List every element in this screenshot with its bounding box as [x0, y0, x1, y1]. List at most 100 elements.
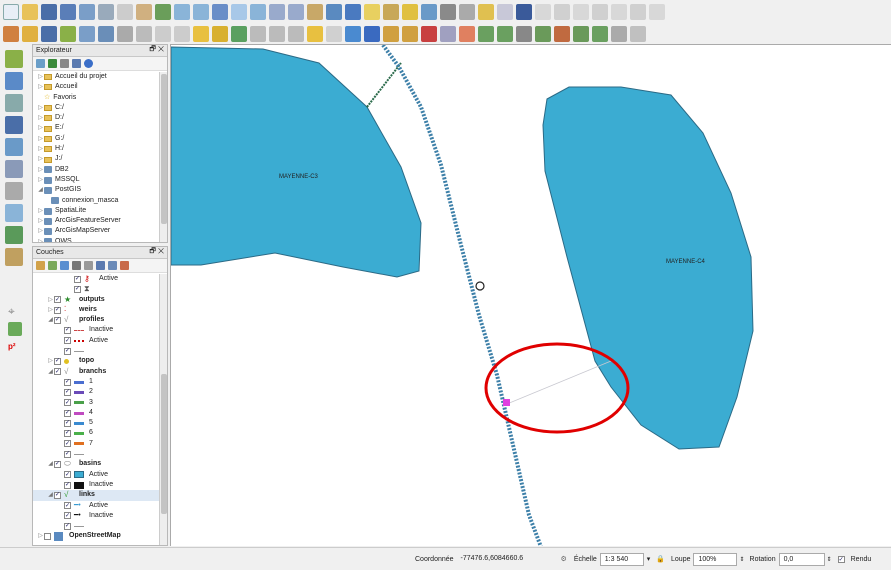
- add-selected-layers-icon[interactable]: [36, 59, 45, 68]
- osm-tool-icon[interactable]: [326, 26, 342, 42]
- layer-visibility-checkbox[interactable]: ✓: [64, 502, 71, 510]
- layer-row[interactable]: ✓: [33, 346, 159, 356]
- save-project-icon[interactable]: [41, 4, 57, 20]
- layer-visibility-checkbox[interactable]: ✓: [54, 306, 61, 314]
- measure-icon[interactable]: [459, 4, 475, 20]
- refresh-map-icon[interactable]: [8, 322, 22, 336]
- plugin-h-icon[interactable]: [364, 26, 380, 42]
- explorer-item[interactable]: ☆ Favoris: [37, 93, 159, 103]
- river-branch-line[interactable]: [381, 45, 543, 546]
- layer-visibility-checkbox[interactable]: ✓: [64, 522, 71, 530]
- expand-arrow-icon[interactable]: ▷: [37, 175, 44, 185]
- expand-arrow-icon[interactable]: ◢: [37, 185, 44, 195]
- plugin-p-icon[interactable]: [516, 26, 532, 42]
- render-checkbox[interactable]: ✓: [837, 555, 845, 563]
- layer-visibility-checkbox[interactable]: ✓: [64, 440, 71, 448]
- basin-mayenne-c4[interactable]: [542, 86, 754, 450]
- plugin-o-icon[interactable]: [497, 26, 513, 42]
- explorer-item[interactable]: ▷ DB2: [37, 165, 159, 175]
- label-tool-2-icon[interactable]: [212, 26, 228, 42]
- coordinate-field[interactable]: -77476.6,6084660.6: [457, 553, 557, 566]
- add-group-icon[interactable]: [48, 261, 57, 270]
- label-tool-1-icon[interactable]: [193, 26, 209, 42]
- copy-icon[interactable]: [155, 26, 171, 42]
- layout-manager-icon[interactable]: [98, 4, 114, 20]
- add-vector-layer-icon[interactable]: [5, 50, 23, 68]
- layer-group-row[interactable]: ▷ ✓ ⁚ weirs: [33, 305, 159, 315]
- layer-row[interactable]: ✓ ━• Active: [33, 501, 159, 511]
- layer-visibility-checkbox[interactable]: ✓: [64, 378, 71, 386]
- node-marker[interactable]: [475, 281, 485, 291]
- save-as-icon[interactable]: [60, 4, 76, 20]
- add-feature-icon[interactable]: [60, 26, 76, 42]
- layer-row[interactable]: ✓ 1: [33, 377, 159, 387]
- style-icon[interactable]: [36, 261, 45, 270]
- layer-row[interactable]: ✓: [33, 521, 159, 531]
- plugin-e-icon[interactable]: [611, 4, 627, 20]
- zoom-full-icon[interactable]: [212, 4, 228, 20]
- label-tool-4-icon[interactable]: [250, 26, 266, 42]
- save-edits-icon[interactable]: [41, 26, 57, 42]
- identify-icon[interactable]: [345, 4, 361, 20]
- layer-row[interactable]: ✓ 3: [33, 398, 159, 408]
- label-tool-7-icon[interactable]: [307, 26, 323, 42]
- plugin-q-icon[interactable]: [535, 26, 551, 42]
- layer-row[interactable]: ✓ ⧗: [33, 284, 159, 294]
- selected-vertex-marker[interactable]: [503, 399, 510, 406]
- collapse-arrow-icon[interactable]: ◢: [47, 315, 54, 325]
- current-edits-icon[interactable]: [3, 26, 19, 42]
- layer-row[interactable]: ✓ Active: [33, 336, 159, 346]
- expand-arrow-icon[interactable]: ▷: [37, 72, 44, 82]
- new-project-icon[interactable]: [3, 4, 19, 20]
- expand-all-icon[interactable]: [96, 261, 105, 270]
- add-spatialite-icon[interactable]: [5, 138, 23, 156]
- layer-visibility-checkbox[interactable]: ✓: [54, 460, 61, 468]
- explorer-item[interactable]: ▷ Accueil: [37, 82, 159, 92]
- explorer-item[interactable]: ▷ ArcGisFeatureServer: [37, 216, 159, 226]
- zoom-next-icon[interactable]: [288, 4, 304, 20]
- toggle-edit-icon[interactable]: [22, 26, 38, 42]
- statistics-icon[interactable]: [440, 4, 456, 20]
- explorer-item[interactable]: ▷ E:/: [37, 123, 159, 133]
- layer-row[interactable]: ✓ 7: [33, 439, 159, 449]
- explorer-item[interactable]: connexion_masca: [37, 196, 159, 206]
- layer-row[interactable]: ✓ Active: [33, 470, 159, 480]
- layer-visibility-checkbox[interactable]: ✓: [64, 327, 71, 335]
- scale-dropdown-icon[interactable]: ▾: [647, 555, 651, 563]
- layer-group-row[interactable]: ◢ ✓ √ branchs: [33, 367, 159, 377]
- gps-icon[interactable]: [345, 26, 361, 42]
- scale-field[interactable]: 1:3 540: [599, 552, 644, 566]
- layer-visibility-checkbox[interactable]: ✓: [54, 316, 61, 324]
- annotation-icon[interactable]: [478, 4, 494, 20]
- label-tool-6-icon[interactable]: [288, 26, 304, 42]
- panel-controls-icon[interactable]: 🗗 ✕: [149, 247, 164, 258]
- expand-arrow-icon[interactable]: ▷: [37, 216, 44, 226]
- add-wfs-icon[interactable]: [5, 226, 23, 244]
- expand-arrow-icon[interactable]: ▷: [37, 144, 44, 154]
- layer-visibility-checkbox[interactable]: ✓: [64, 430, 71, 438]
- python-icon[interactable]: p²: [8, 342, 24, 354]
- attribute-table-icon[interactable]: [421, 4, 437, 20]
- layer-row[interactable]: ✓ 5: [33, 418, 159, 428]
- layers-scroll-thumb[interactable]: [161, 374, 167, 514]
- expand-arrow-icon[interactable]: ▷: [37, 82, 44, 92]
- explorer-item[interactable]: ▷ Accueil du projet: [37, 72, 159, 82]
- plugin-t-icon[interactable]: [592, 26, 608, 42]
- expand-arrow-icon[interactable]: ▷: [37, 134, 44, 144]
- plugin-l-icon[interactable]: [440, 26, 456, 42]
- expand-arrow-icon[interactable]: ▷: [37, 531, 44, 541]
- layer-group-row[interactable]: ▷ ✓ topo: [33, 356, 159, 366]
- python-console-icon[interactable]: [516, 4, 532, 20]
- plugin-a-icon[interactable]: [535, 4, 551, 20]
- collapse-arrow-icon[interactable]: ◢: [47, 367, 54, 377]
- plugin-m-icon[interactable]: [459, 26, 475, 42]
- layer-row[interactable]: ✓ 2: [33, 387, 159, 397]
- plugin-n-icon[interactable]: [478, 26, 494, 42]
- expand-arrow-icon[interactable]: ▷: [37, 103, 44, 113]
- link-line-selected[interactable]: [506, 360, 612, 405]
- add-ring-icon[interactable]: [98, 26, 114, 42]
- expand-arrow-icon[interactable]: ▷: [37, 154, 44, 164]
- basin-mayenne-c3[interactable]: [171, 46, 422, 278]
- plugin-u-icon[interactable]: [611, 26, 627, 42]
- layer-visibility-checkbox[interactable]: ✓: [64, 450, 71, 458]
